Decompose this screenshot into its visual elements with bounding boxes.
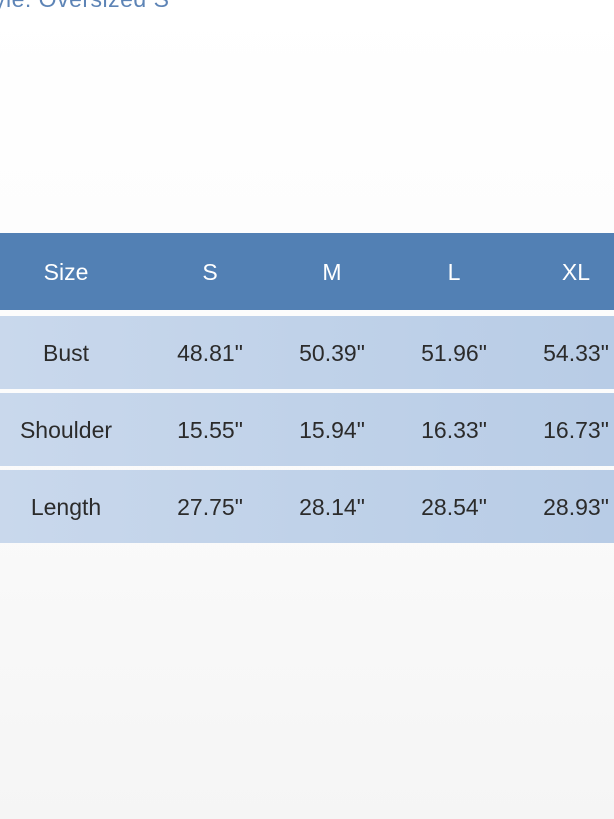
shoulder-s: 15.55"	[177, 416, 243, 443]
table-header-row: Size S M L XL	[0, 233, 614, 310]
header-size: Size	[43, 258, 89, 285]
length-s: 27.75"	[177, 493, 243, 520]
shoulder-xl: 16.73"	[543, 416, 609, 443]
size-chart-table: Size S M L XL Bust 48.81" 50.39" 51.96" …	[0, 233, 614, 547]
bust-l: 51.96"	[421, 339, 487, 366]
shoulder-m: 15.94"	[299, 416, 365, 443]
row-label-shoulder: Shoulder	[19, 416, 113, 443]
length-l: 28.54"	[421, 493, 487, 520]
header-l: L	[447, 258, 461, 285]
length-xl: 28.93"	[543, 493, 609, 520]
row-label-length: Length	[30, 493, 102, 520]
shoulder-l: 16.33"	[421, 416, 487, 443]
table-row-shoulder: Shoulder 15.55" 15.94" 16.33" 16.73"	[0, 393, 614, 466]
table-row-length: Length 27.75" 28.14" 28.54" 28.93"	[0, 470, 614, 543]
cropped-title-text: yle: Oversized S	[0, 0, 169, 13]
table-row-bust: Bust 48.81" 50.39" 51.96" 54.33"	[0, 316, 614, 389]
bust-xl: 54.33"	[543, 339, 609, 366]
header-m: M	[322, 258, 342, 285]
header-s: S	[202, 258, 218, 285]
header-xl: XL	[561, 258, 591, 285]
length-m: 28.14"	[299, 493, 365, 520]
bust-s: 48.81"	[177, 339, 243, 366]
row-label-bust: Bust	[42, 339, 90, 366]
bust-m: 50.39"	[299, 339, 365, 366]
